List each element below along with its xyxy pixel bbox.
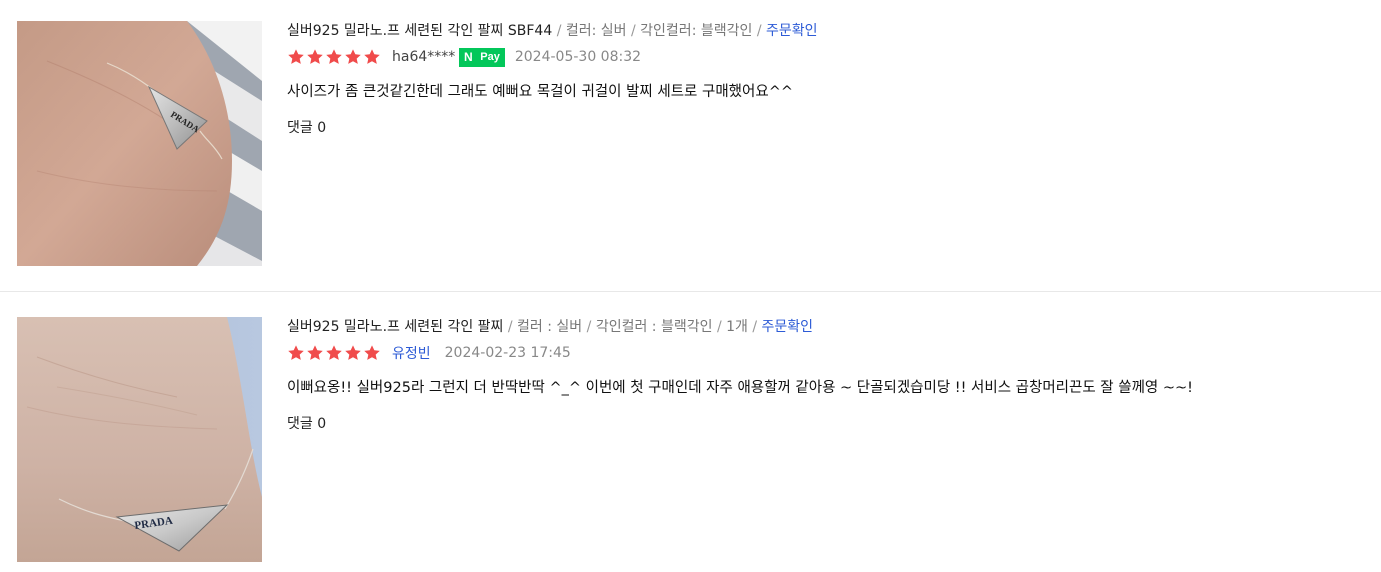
comments-link[interactable]: 댓글 0 xyxy=(287,414,1361,434)
review-item: PRADA 실버925 밀라노.프 세련된 각인 팔찌 SBF44 / 컬러: … xyxy=(0,0,1381,292)
star-icon xyxy=(325,344,343,362)
review-text: 이뻐요옹!! 실버925라 그런지 더 반딱반딱 ^_^ 이번에 첫 구매인데 … xyxy=(287,380,1193,396)
npay-badge: N Pay xyxy=(459,47,505,67)
review-meta: 유정빈 2024-02-23 17:45 xyxy=(287,342,1361,364)
reviewer-name[interactable]: 유정빈 xyxy=(392,343,431,363)
review-item: PRADA 실버925 밀라노.프 세련된 각인 팔찌 / 컬러 : 실버 / … xyxy=(0,292,1381,572)
option-engrave-color: 각인컬러: 블랙각인 xyxy=(640,23,753,39)
naver-n-icon: N xyxy=(460,48,477,66)
star-rating xyxy=(287,344,382,362)
star-icon xyxy=(363,48,381,66)
review-photo[interactable]: PRADA xyxy=(17,21,262,266)
npay-label: Pay xyxy=(476,48,504,66)
review-content: 실버925 밀라노.프 세련된 각인 팔찌 / 컬러 : 실버 / 각인컬러 :… xyxy=(287,317,1361,434)
product-name: 실버925 밀라노.프 세련된 각인 팔찌 xyxy=(287,319,504,335)
review-content: 실버925 밀라노.프 세련된 각인 팔찌 SBF44 / 컬러: 실버 / 각… xyxy=(287,21,1361,138)
review-text: 사이즈가 좀 큰것같긴한데 그래도 예뻐요 목걸이 귀걸이 발찌 세트로 구매했… xyxy=(287,84,793,100)
product-info: 실버925 밀라노.프 세련된 각인 팔찌 / 컬러 : 실버 / 각인컬러 :… xyxy=(287,319,814,335)
star-icon xyxy=(325,48,343,66)
star-icon xyxy=(344,48,362,66)
order-check-link[interactable]: 주문확인 xyxy=(762,319,814,335)
product-info: 실버925 밀라노.프 세련된 각인 팔찌 SBF44 / 컬러: 실버 / 각… xyxy=(287,23,818,39)
review-meta: ha64**** N Pay 2024-05-30 08:32 xyxy=(287,46,1361,68)
option-color: 컬러 : 실버 xyxy=(517,319,583,335)
star-rating xyxy=(287,48,382,66)
review-date: 2024-05-30 08:32 xyxy=(514,49,642,65)
option-engrave-color: 각인컬러 : 블랙각인 xyxy=(595,319,713,335)
star-icon xyxy=(287,48,305,66)
star-icon xyxy=(287,344,305,362)
star-icon xyxy=(344,344,362,362)
star-icon xyxy=(306,344,324,362)
star-icon xyxy=(306,48,324,66)
option-color: 컬러: 실버 xyxy=(565,23,627,39)
order-check-link[interactable]: 주문확인 xyxy=(766,23,818,39)
star-icon xyxy=(363,344,381,362)
review-photo[interactable]: PRADA xyxy=(17,317,262,562)
reviewer-name: ha64**** xyxy=(392,49,456,65)
review-date: 2024-02-23 17:45 xyxy=(444,345,571,361)
bracelet-photo-image: PRADA xyxy=(17,21,262,266)
comments-link[interactable]: 댓글 0 xyxy=(287,118,1361,138)
product-name: 실버925 밀라노.프 세련된 각인 팔찌 SBF44 xyxy=(287,23,553,39)
bracelet-photo-image: PRADA xyxy=(17,317,262,562)
option-quantity: 1개 xyxy=(726,319,748,335)
